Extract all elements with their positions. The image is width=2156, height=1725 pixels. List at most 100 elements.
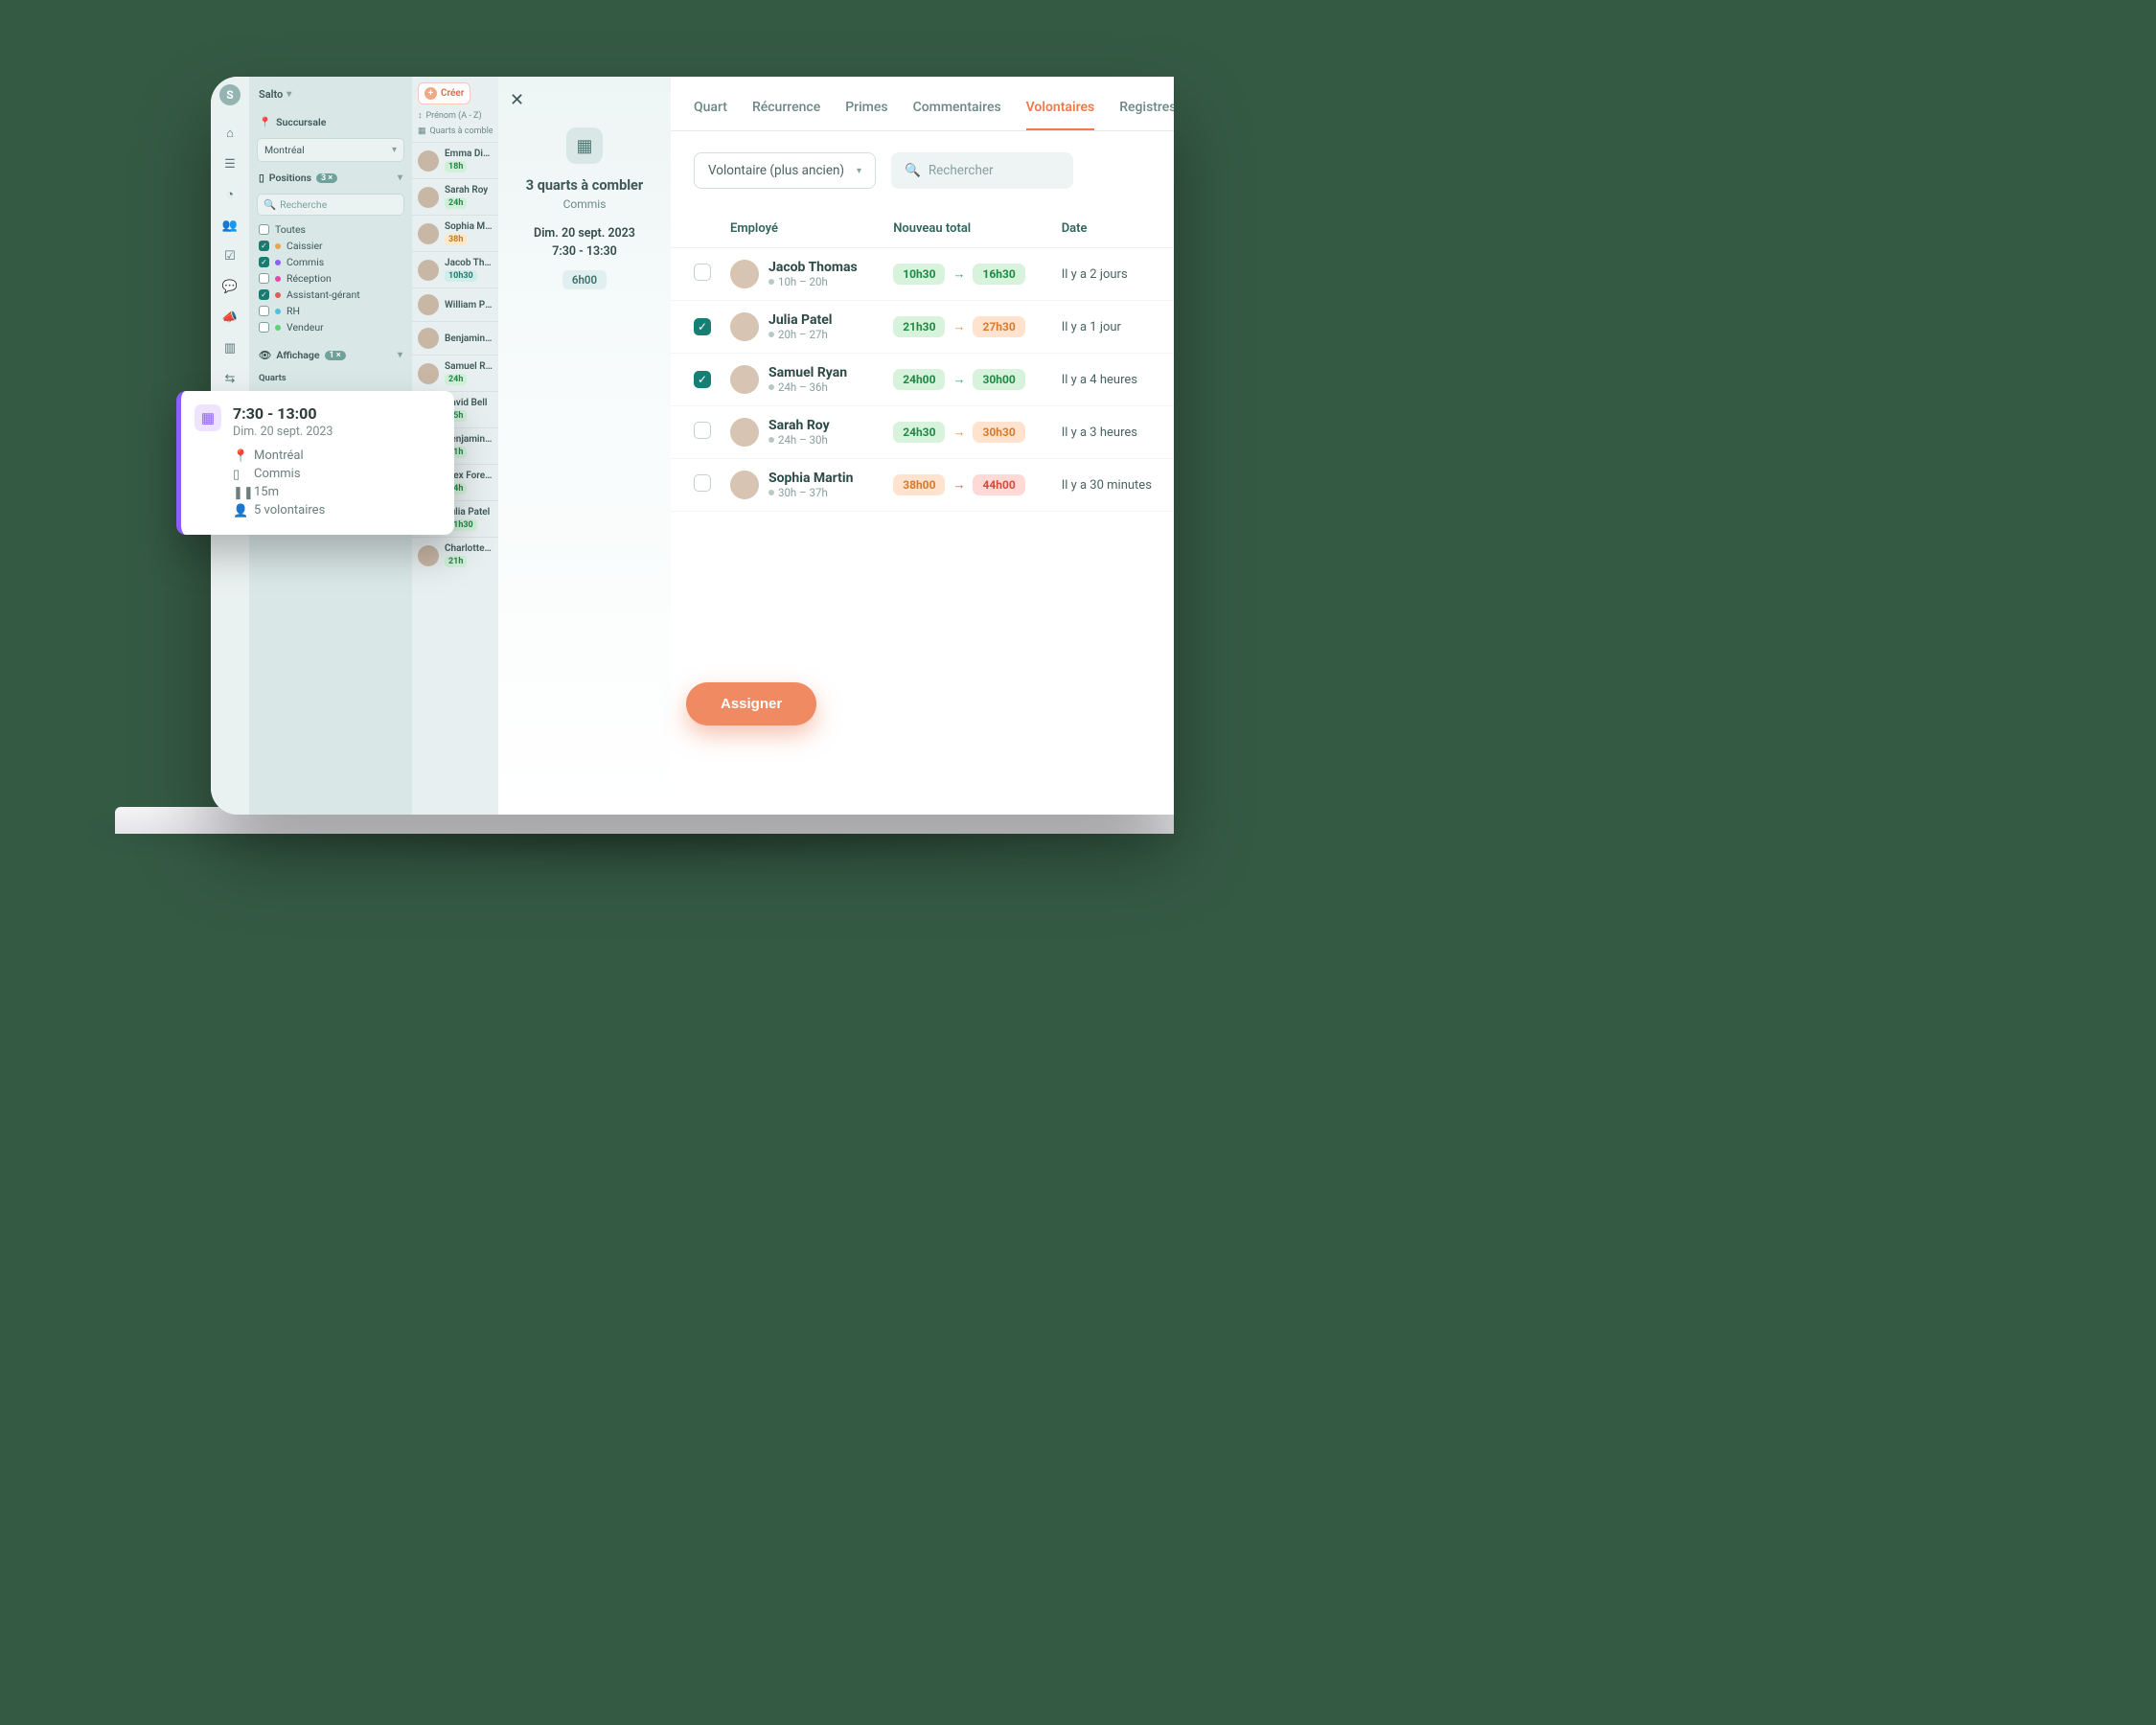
employee-row[interactable]: Jacob Thomas 10h30 [412,251,498,288]
chat-icon[interactable]: 💬 [221,278,239,295]
volunteer-name: Jacob Thomas [768,260,858,275]
workspace-switcher[interactable]: Salto ▾ [257,84,404,106]
position-label: Assistant-gérant [287,288,360,301]
chevron-down-icon: ▾ [398,350,402,360]
tab-quart[interactable]: Quart [694,96,727,130]
employee-row[interactable]: Benjamin Tallis [412,321,498,355]
avatar [730,312,759,341]
volunteers-table: Employé Nouveau total Date Jacob Thomas … [671,210,1174,512]
color-dot [275,292,281,298]
position-row[interactable]: ✓Commis [257,254,404,270]
search-icon: 🔍 [264,198,276,211]
positions-header[interactable]: ▯ Positions 3 × ▾ [257,168,404,188]
row-checkbox[interactable] [694,264,711,281]
checkbox-icon [259,306,269,316]
chevron-down-icon: ▾ [398,172,402,183]
sort-select-value: Volontaire (plus ancien) [708,163,844,178]
home-icon[interactable]: ⌂ [221,125,239,142]
sort-button[interactable]: ↕ Prénom (A - Z) [418,110,493,121]
volunteer-date: Il y a 30 minutes [1052,459,1174,512]
checkbox-icon [259,273,269,284]
col-total: Nouveau total [883,210,1052,248]
checkbox-icon: ✓ [259,257,269,267]
row-checkbox[interactable] [694,474,711,492]
employee-row[interactable]: Sophia Martin 38h [412,215,498,251]
menu-icon[interactable]: ☰ [221,155,239,172]
sort-icon: ↕ [418,110,423,121]
volunteer-name: Samuel Ryan [768,365,847,380]
position-row[interactable]: Toutes [257,221,404,238]
employee-name: Sarah Roy [445,185,488,196]
position-label: Vendeur [287,321,324,334]
create-button[interactable]: + Créer [418,82,470,104]
sort-label: Prénom (A - Z) [426,111,482,121]
position-row[interactable]: ✓Assistant-gérant [257,287,404,303]
calendar-icon: ▦ [418,126,426,136]
position-row[interactable]: RH [257,303,404,319]
positions-label: Positions [269,172,311,184]
employee-row[interactable]: William Perez [412,288,498,321]
hours-to: 30h00 [973,369,1024,390]
volunteer-row: ✓ Julia Patel 20h – 27h 21h30 → 27h30 Il… [671,301,1174,354]
affichage-header[interactable]: 👁 Affichage 1 × ▾ [257,345,404,365]
search-input[interactable]: 🔍 Rechercher [891,152,1073,189]
volunteer-name: Julia Patel [768,312,833,328]
sort-select[interactable]: Volontaire (plus ancien) ▾ [694,152,876,189]
hours-to: 27h30 [973,316,1024,337]
summary-date: Dim. 20 sept. 2023 [534,226,635,241]
row-checkbox[interactable]: ✓ [694,371,711,388]
succursale-select[interactable]: Montréal ▾ [257,138,404,162]
row-checkbox[interactable] [694,422,711,439]
employee-row[interactable]: Emma Dion 18h [412,142,498,178]
avatar [730,260,759,288]
avatar [418,363,439,384]
chart-icon[interactable]: ▥ [221,339,239,356]
check-icon[interactable]: ☑ [221,247,239,264]
succursale-header: 📍 Succursale [257,112,404,132]
share-icon[interactable]: ⇆ [221,370,239,387]
briefcase-icon: ▯ [259,172,264,184]
megaphone-icon[interactable]: 📣 [221,309,239,326]
hours-to: 44h00 [973,474,1024,495]
avatar [418,223,439,244]
tab-registres[interactable]: Registres [1119,96,1174,130]
quarts-a-combler-row[interactable]: ▦ Quarts à combler [418,126,493,136]
volunteer-date: Il y a 1 jour [1052,301,1174,354]
hours-badge: 24h [445,374,467,385]
position-row[interactable]: Vendeur [257,319,404,335]
hours-from: 24h00 [893,369,945,390]
pin-icon: 📍 [259,116,271,128]
quarts-subheader: Quarts [257,371,404,385]
avatar [418,545,439,566]
hours-from: 21h30 [893,316,945,337]
tab-volontaires[interactable]: Volontaires [1026,96,1095,130]
position-row[interactable]: Réception [257,270,404,287]
search-placeholder: Rechercher [929,163,994,178]
arrow-icon: → [952,266,965,282]
row-checkbox[interactable]: ✓ [694,318,711,335]
assign-button[interactable]: Assigner [686,682,816,725]
popover-location: Montréal [254,448,304,463]
hours-badge: 18h [445,161,467,172]
avatar [418,294,439,315]
arrow-icon: → [952,372,965,387]
volunteer-date: Il y a 2 jours [1052,248,1174,301]
clock-icon[interactable]: ◔ [221,186,239,203]
quarts-a-combler-label: Quarts à combler [430,126,493,136]
employee-row[interactable]: Sarah Roy 24h [412,178,498,215]
employee-row[interactable]: Samuel Ryan 24h [412,355,498,391]
shift-popover: ▦ 7:30 - 13:00 Dim. 20 sept. 2023 📍Montr… [176,391,454,535]
color-dot [275,243,281,249]
position-row[interactable]: ✓Caissier [257,238,404,254]
position-label: Réception [287,272,332,285]
affichage-label: Affichage [276,349,319,361]
close-button[interactable]: ✕ [510,90,524,110]
tab-primes[interactable]: Primes [845,96,887,130]
users-icon[interactable]: 👥 [221,217,239,234]
shift-summary-panel: ✕ ▦ 3 quarts à combler Commis Dim. 20 se… [498,77,671,815]
employee-row[interactable]: Charlotte Côté 21h [412,537,498,573]
person-icon: 👤 [233,504,246,518]
tab-commentaires[interactable]: Commentaires [913,96,1001,130]
tab-récurrence[interactable]: Récurrence [752,96,820,130]
positions-search[interactable]: 🔍 Recherche [257,194,404,216]
